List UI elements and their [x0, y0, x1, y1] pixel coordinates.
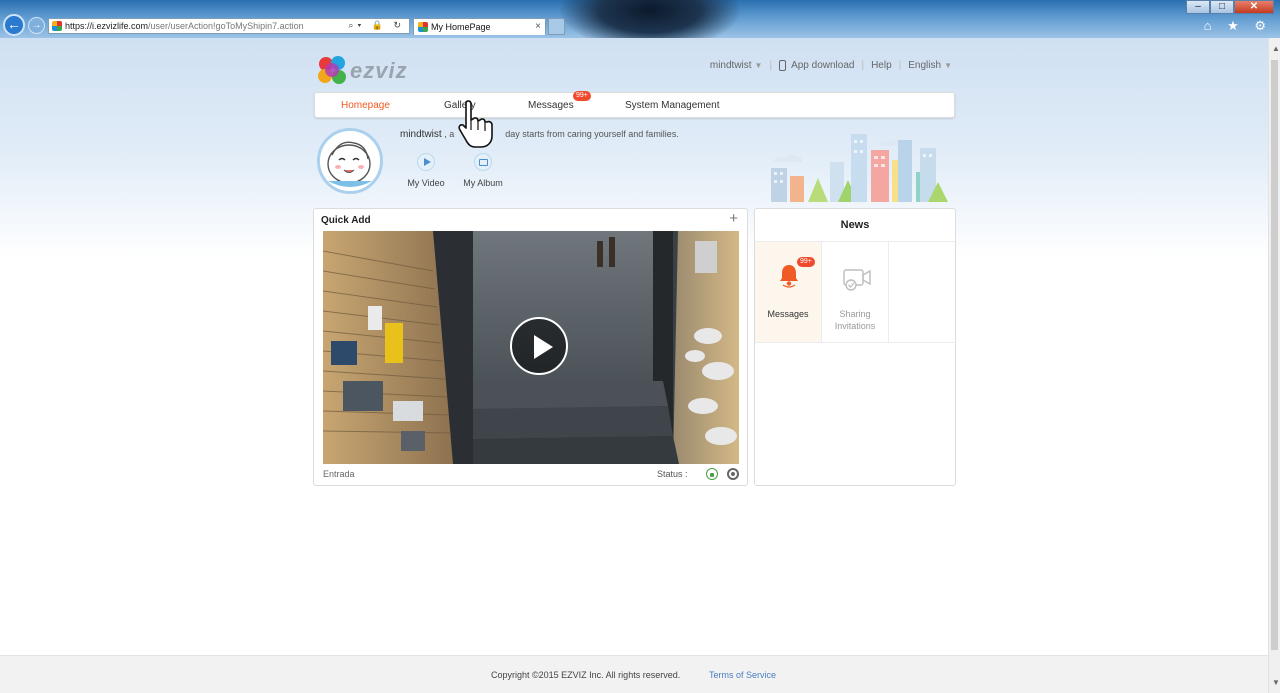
nav-system-management[interactable]: System Management — [625, 100, 720, 111]
divider: | — [898, 60, 902, 72]
maximize-button[interactable]: □ — [1210, 0, 1234, 14]
address-url[interactable]: https://i.ezvizlife.com/user/userAction!… — [65, 21, 304, 31]
top-account-bar: mindtwist ▼ | App download | Help | Engli… — [710, 60, 952, 71]
news-messages-label: Messages — [767, 309, 809, 319]
my-video-link[interactable]: My Video — [401, 153, 451, 188]
phone-icon — [779, 60, 787, 71]
close-window-button[interactable]: ✕ — [1234, 0, 1274, 14]
account-menu[interactable]: mindtwist ▼ — [710, 60, 763, 71]
picture-icon — [474, 153, 492, 171]
address-bar[interactable]: https://i.ezvizlife.com/user/userAction!… — [48, 18, 410, 34]
profile-username: mindtwist — [400, 129, 442, 140]
news-messages-tile[interactable]: 99+ Messages — [755, 242, 822, 343]
divider: | — [861, 60, 865, 72]
tab-title: My HomePage — [431, 22, 491, 32]
video-camera-share-icon — [843, 269, 871, 291]
profile-greeting: mindtwist , a day starts from caring you… — [400, 129, 679, 140]
my-album-link[interactable]: My Album — [458, 153, 508, 188]
chevron-down-icon: ▼ — [754, 61, 763, 71]
status-label: Status : — [657, 469, 688, 479]
messages-count-badge: 99+ — [573, 91, 591, 101]
copyright-text: Copyright ©2015 EZVIZ Inc. All rights re… — [491, 670, 681, 680]
quick-add-title: Quick Add — [321, 215, 371, 226]
my-album-label: My Album — [463, 178, 503, 188]
app-download-link[interactable]: App download — [779, 60, 854, 71]
help-link[interactable]: Help — [871, 60, 892, 71]
city-skyline-illustration-icon — [771, 134, 948, 202]
footer: Copyright ©2015 EZVIZ Inc. All rights re… — [0, 655, 1268, 693]
quick-add-panel: Quick Add + Entrada Status: — [313, 208, 748, 486]
camera-name: Entrada — [323, 469, 355, 479]
baby-face-icon — [320, 131, 380, 191]
language-menu[interactable]: English ▼ — [908, 60, 952, 71]
news-panel: News 99+ Messages Sharing Invitations — [754, 208, 956, 486]
window-controls: – □ ✕ — [1186, 0, 1274, 14]
news-sharing-invitations-tile[interactable]: Sharing Invitations — [822, 242, 889, 343]
hand-pointer-cursor-icon — [458, 100, 493, 148]
scrollbar-thumb[interactable] — [1271, 60, 1278, 650]
home-favorites-tools-icon[interactable]: ⌂ ★ ⚙ — [1204, 18, 1272, 34]
news-title: News — [755, 209, 955, 242]
ezviz-logo-mark-icon — [317, 55, 349, 87]
tab-my-homepage[interactable]: My HomePage × — [413, 18, 546, 35]
news-sharing-label: Sharing Invitations — [834, 309, 876, 331]
my-video-label: My Video — [407, 178, 445, 188]
camera-live-view[interactable] — [323, 231, 739, 464]
chevron-down-icon: ▼ — [944, 61, 952, 71]
lock-status-icon[interactable] — [706, 468, 718, 480]
forward-arrow-icon[interactable]: → — [28, 17, 45, 34]
browser-chrome: ← → https://i.ezvizlife.com/user/userAct… — [0, 0, 1280, 38]
vertical-scrollbar[interactable]: ▲ ▼ — [1268, 38, 1280, 693]
scroll-up-icon[interactable]: ▲ — [1272, 44, 1280, 53]
avatar[interactable] — [317, 128, 383, 194]
add-device-icon[interactable]: + — [729, 210, 738, 227]
nav-messages[interactable]: Messages — [528, 100, 574, 111]
tab-close-icon[interactable]: × — [535, 21, 541, 32]
site-favicon-icon — [52, 21, 62, 31]
back-arrow-icon[interactable]: ← — [3, 14, 25, 36]
bell-icon — [780, 265, 798, 288]
main-nav: Homepage Gallery Messages 99+ System Man… — [314, 91, 955, 118]
nav-homepage[interactable]: Homepage — [341, 100, 390, 111]
news-messages-badge: 99+ — [797, 257, 815, 267]
gear-icon[interactable] — [727, 468, 739, 480]
tab-favicon-icon — [418, 22, 428, 32]
logo-wordmark: ezviz — [350, 58, 408, 83]
scroll-down-icon[interactable]: ▼ — [1272, 678, 1280, 687]
new-tab-button[interactable] — [548, 18, 565, 35]
terms-of-service-link[interactable]: Terms of Service — [709, 670, 776, 680]
play-button[interactable] — [510, 317, 568, 375]
divider: | — [769, 60, 773, 72]
news-empty-tile — [889, 242, 956, 343]
address-controls-icon[interactable]: ⌕▾ 🔒 ↻ — [348, 20, 405, 31]
minimize-button[interactable]: – — [1186, 0, 1210, 14]
play-circle-icon — [417, 153, 435, 171]
